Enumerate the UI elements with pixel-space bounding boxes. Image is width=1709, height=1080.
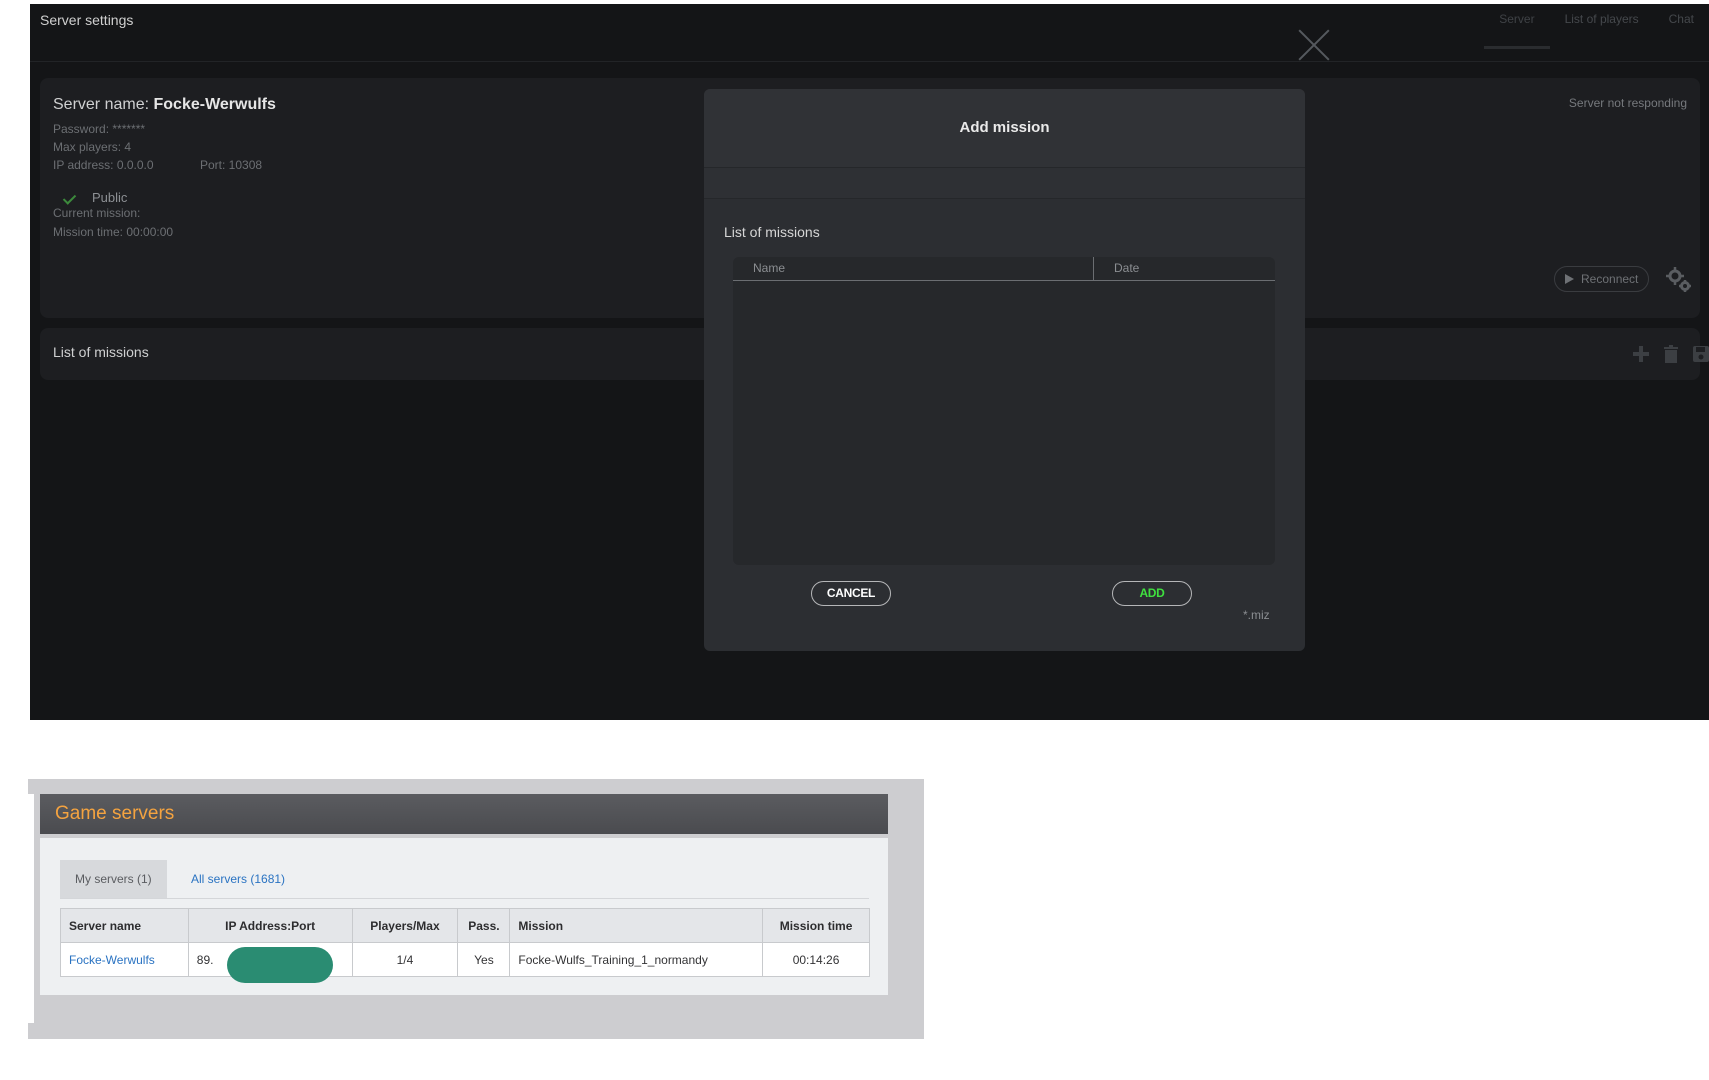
th-pass: Pass. (457, 908, 511, 943)
server-link[interactable]: Focke-Werwulfs (69, 953, 155, 967)
cancel-button[interactable]: CANCEL (811, 581, 891, 606)
header-divider (30, 61, 1709, 62)
tab-server[interactable]: Server (1484, 12, 1550, 49)
th-server-name: Server name (60, 908, 189, 943)
server-port: Port: 10308 (200, 158, 263, 172)
column-name[interactable]: Name (753, 261, 785, 275)
tab-list-of-players[interactable]: List of players (1550, 12, 1654, 49)
th-ip-port: IP Address:Port (187, 908, 353, 943)
servers-table: Server name IP Address:Port Players/Max … (60, 908, 870, 983)
server-name-value: Focke-Werwulfs (153, 96, 276, 113)
th-mission-time: Mission time (762, 908, 870, 943)
cell-players: 1/4 (351, 942, 459, 977)
table-row[interactable]: Focke-Werwulfs 89. 1/4 Yes Focke-Wulfs_T… (60, 942, 870, 983)
column-date[interactable]: Date (1114, 261, 1139, 275)
server-name: Server name: Focke-Werwulfs (53, 96, 276, 114)
table-header-row: Server name IP Address:Port Players/Max … (60, 908, 870, 943)
tab-my-servers[interactable]: My servers (1) (60, 860, 167, 898)
plus-icon[interactable] (1631, 344, 1651, 364)
redaction-mark (226, 947, 333, 983)
add-button[interactable]: ADD (1112, 581, 1192, 606)
th-players: Players/Max (351, 908, 459, 943)
cell-server-name[interactable]: Focke-Werwulfs (60, 942, 189, 977)
public-label: Public (92, 190, 128, 205)
cell-mission: Focke-Wulfs_Training_1_normandy (509, 942, 764, 977)
dialog-title: Add mission (959, 119, 1050, 136)
column-divider[interactable] (1093, 257, 1094, 281)
cell-ip: 89. (187, 942, 353, 983)
th-mission: Mission (509, 908, 764, 943)
server-ip: IP address: 0.0.0.0 (53, 158, 154, 172)
add-mission-dialog: Add mission List of missions Name Date C… (704, 89, 1305, 651)
close-icon[interactable] (1297, 28, 1331, 62)
trash-icon[interactable] (1661, 344, 1681, 364)
server-password: Password: ******* (53, 122, 146, 136)
missions-panel-title: List of missions (53, 344, 149, 360)
server-settings-window: Server settings Server List of players C… (30, 4, 1709, 720)
gear-icon[interactable] (1665, 266, 1693, 294)
current-mission: Current mission: (53, 206, 141, 220)
cell-pass: Yes (457, 942, 511, 977)
server-max-players: Max players: 4 (53, 140, 132, 154)
game-servers-header: Game servers (40, 794, 888, 834)
reconnect-label: Reconnect (1581, 272, 1639, 286)
server-name-prefix: Server name: (53, 96, 150, 113)
widget-edge (28, 794, 34, 1023)
game-servers-body: My servers (1) All servers (1681) Server… (40, 838, 888, 995)
public-checkbox[interactable] (62, 192, 76, 206)
window-title: Server settings (40, 12, 134, 28)
mission-time: Mission time: 00:00:00 (53, 225, 174, 239)
missions-list-header: Name Date (733, 257, 1275, 281)
tab-all-servers[interactable]: All servers (1681) (176, 860, 300, 898)
reconnect-button[interactable]: Reconnect (1554, 266, 1650, 292)
missions-list[interactable]: Name Date (733, 257, 1275, 565)
tab-chat[interactable]: Chat (1654, 12, 1709, 49)
save-icon[interactable] (1691, 344, 1709, 364)
dialog-list-title: List of missions (724, 224, 820, 240)
play-icon (1565, 274, 1574, 284)
dialog-band (704, 167, 1305, 199)
ip-value: 89. (196, 952, 214, 967)
dialog-header: Add mission (704, 89, 1305, 167)
cell-mission-time: 00:14:26 (762, 942, 870, 977)
tabs-divider (60, 898, 869, 899)
game-servers-widget: Game servers My servers (1) All servers … (28, 779, 924, 1039)
file-filter-label: *.miz (1243, 608, 1270, 622)
game-servers-title: Game servers (55, 803, 175, 824)
server-status: Server not responding (1568, 96, 1687, 110)
window-tabs: Server List of players Chat (1484, 12, 1709, 49)
